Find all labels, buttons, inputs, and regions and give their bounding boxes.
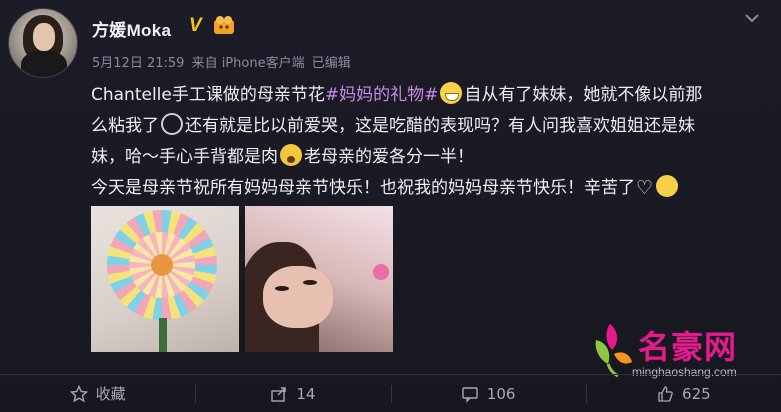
verified-badge-icon: V xyxy=(189,15,202,36)
post-image-selfie[interactable] xyxy=(245,206,393,352)
watermark-logo-icon xyxy=(595,324,632,378)
share-icon xyxy=(271,386,287,402)
favorite-label: 收藏 xyxy=(95,385,126,403)
watermark: 名豪网 minghaoshang.com xyxy=(588,318,778,382)
username[interactable]: 方媛Moka xyxy=(92,16,171,41)
hashtag-link[interactable]: #妈妈的礼物# xyxy=(325,85,439,105)
avatar[interactable] xyxy=(8,8,78,78)
like-button[interactable]: 625 xyxy=(585,375,781,412)
heart-icon: ♡ xyxy=(636,177,654,199)
favorite-button[interactable]: 收藏 xyxy=(0,375,195,412)
post-image-flower[interactable] xyxy=(91,206,239,352)
like-icon xyxy=(658,385,673,402)
sad-emoji-icon xyxy=(161,113,183,135)
post-source: 来自 iPhone客户端 xyxy=(191,56,305,71)
wink-emoji-icon xyxy=(656,175,679,197)
post-meta: 5月12日 21:59 来自 iPhone客户端 已编辑 xyxy=(92,52,354,71)
action-bar: 收藏 14 106 625 xyxy=(0,374,781,412)
star-icon xyxy=(69,384,88,402)
scared-emoji-icon xyxy=(280,144,302,166)
grin-emoji-icon xyxy=(440,82,463,104)
comment-icon xyxy=(462,386,478,403)
edited-label[interactable]: 已编辑 xyxy=(312,56,351,71)
comment-button[interactable]: 106 xyxy=(390,375,586,412)
member-badge-icon xyxy=(214,16,234,34)
share-button[interactable]: 14 xyxy=(195,375,390,412)
like-count: 625 xyxy=(682,384,711,403)
comment-count: 106 xyxy=(486,384,516,403)
post-date[interactable]: 5月12日 21:59 xyxy=(92,56,184,71)
post-text: Chantelle手工课做的母亲节花#妈妈的礼物# 自从有了妹妹，她就不像以前那 … xyxy=(91,80,771,204)
watermark-title: 名豪网 xyxy=(638,328,738,366)
weibo-post: 方媛Moka V 5月12日 21:59 来自 iPhone客户端 已编辑 Ch… xyxy=(0,0,781,412)
share-count: 14 xyxy=(296,384,316,403)
chevron-down-icon[interactable] xyxy=(744,12,760,24)
